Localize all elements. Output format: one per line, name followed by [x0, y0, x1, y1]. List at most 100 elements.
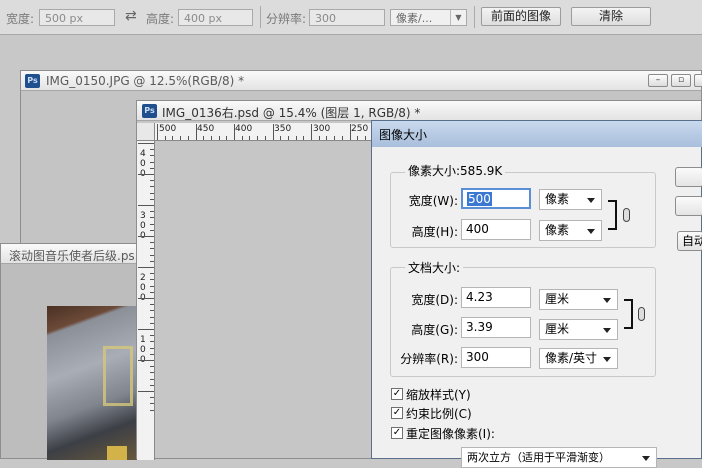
ruler-tick	[138, 391, 154, 392]
ruler-tick	[150, 186, 154, 188]
ruler-tick	[138, 329, 154, 330]
ok-button[interactable]	[675, 167, 702, 187]
ruler-tick	[226, 136, 228, 140]
ruler-tick	[150, 378, 154, 380]
window-titlebar[interactable]: Ps IMG_0136右.psd @ 15.4% (图层 1, RGB/8) *	[137, 101, 701, 121]
pixel-height-label: 高度(H):	[411, 225, 458, 239]
resolution-unit-value: 像素/...	[396, 12, 433, 25]
ruler-tick	[150, 322, 154, 324]
chevron-down-icon	[587, 198, 595, 203]
resolution-input[interactable]: 300	[309, 9, 385, 26]
resolution-unit-select[interactable]: 像素/... ▼	[390, 9, 467, 26]
pixel-dimensions-label: 像素大小:585.9K	[405, 162, 506, 179]
doc-width-label: 宽度(D):	[411, 293, 458, 307]
ruler-origin[interactable]	[137, 123, 155, 141]
pixel-height-unit-select[interactable]: 像素	[539, 220, 602, 241]
pixel-width-input[interactable]: 500	[461, 188, 531, 209]
ruler-tick	[150, 335, 154, 337]
ruler-tick	[295, 136, 297, 140]
ruler-tick	[138, 298, 154, 299]
close-icon[interactable]	[694, 74, 702, 87]
ruler-tick	[150, 273, 154, 275]
resample-method-select[interactable]: 两次立方（适用于平滑渐变）	[461, 447, 657, 468]
resolution-unit: 像素/英寸	[545, 351, 598, 365]
chevron-down-icon	[587, 229, 595, 234]
document-size-label: 文档大小:	[405, 259, 464, 276]
constrain-bracket	[608, 200, 617, 230]
ruler-tick	[150, 347, 154, 349]
divider	[474, 6, 475, 28]
pixel-width-unit-select[interactable]: 像素	[539, 189, 602, 210]
window-titlebar[interactable]: 滚动图音乐使者后级.ps	[1, 244, 141, 264]
ruler-tick	[150, 366, 154, 368]
ruler-tick	[218, 136, 220, 140]
doc-width-unit: 厘米	[545, 292, 570, 306]
ruler-tick	[150, 285, 154, 287]
ruler-tick	[257, 136, 259, 140]
ruler-tick	[349, 124, 351, 140]
ruler-tick	[150, 155, 154, 157]
front-image-button[interactable]: 前面的图像	[481, 7, 561, 26]
ruler-tick	[180, 136, 182, 140]
constrain-checkbox[interactable]: ✓	[391, 407, 403, 419]
ruler-tick	[138, 205, 154, 206]
doc-width-input[interactable]: 4.23	[461, 287, 531, 308]
resample-checkbox[interactable]: ✓	[391, 427, 403, 439]
document-window-left[interactable]: 滚动图音乐使者后级.ps	[0, 243, 141, 460]
ruler-tick	[138, 360, 154, 361]
ruler-tick	[150, 198, 154, 200]
height-label: 高度:	[146, 12, 175, 26]
pixel-width-value: 500	[467, 192, 492, 206]
ruler-tick	[150, 254, 154, 256]
cancel-button[interactable]	[675, 196, 702, 216]
scale-styles-checkbox[interactable]: ✓	[391, 388, 403, 400]
doc-height-input[interactable]: 3.39	[461, 317, 531, 338]
ruler-tick	[287, 136, 289, 140]
ruler-tick	[364, 136, 366, 140]
minimize-icon[interactable]: –	[648, 74, 668, 87]
ruler-tick	[150, 192, 154, 194]
ruler-tick	[150, 223, 154, 225]
pixel-height-unit: 像素	[545, 223, 570, 237]
ruler-tick	[150, 341, 154, 343]
ruler-label: 350	[274, 124, 292, 134]
ruler-tick	[249, 136, 251, 140]
resolution-unit-select[interactable]: 像素/英寸	[539, 348, 618, 369]
ruler-label: 450	[197, 124, 215, 134]
ruler-tick	[150, 353, 154, 355]
doc-height-unit-select[interactable]: 厘米	[539, 319, 618, 340]
height-input[interactable]: 400 px	[178, 9, 253, 26]
resolution-input[interactable]: 300	[461, 347, 531, 368]
ruler-label: 400	[235, 124, 253, 134]
ruler-tick	[138, 143, 154, 144]
ruler-tick	[150, 161, 154, 163]
image-glow-shape	[103, 346, 133, 406]
ruler-tick	[150, 248, 154, 250]
ruler-tick	[150, 242, 154, 244]
ruler-tick	[280, 136, 282, 140]
doc-width-unit-select[interactable]: 厘米	[539, 289, 618, 310]
window-title: IMG_0136右.psd @ 15.4% (图层 1, RGB/8) *	[162, 106, 421, 120]
pixel-width-unit: 像素	[545, 192, 570, 206]
dialog-titlebar[interactable]: 图像大小	[372, 121, 702, 147]
ruler-label: 250	[351, 124, 369, 134]
window-titlebar[interactable]: Ps IMG_0150.JPG @ 12.5%(RGB/8) * – ▫	[21, 71, 702, 91]
ruler-tick	[172, 136, 174, 140]
window-title: 滚动图音乐使者后级.ps	[9, 249, 135, 263]
width-label: 宽度:	[6, 12, 35, 26]
swap-icon[interactable]: ⇄	[125, 8, 137, 24]
auto-button[interactable]: 自动	[677, 231, 702, 251]
maximize-icon[interactable]: ▫	[671, 74, 691, 87]
ruler-tick	[341, 136, 343, 140]
pixel-height-input[interactable]: 400	[461, 219, 531, 240]
width-input[interactable]: 500 px	[39, 9, 115, 26]
scale-styles-label: 缩放样式(Y)	[406, 388, 471, 402]
ruler-tick	[150, 180, 154, 182]
ruler-tick	[334, 136, 336, 140]
ruler-label: 500	[159, 124, 177, 134]
ruler-tick	[150, 291, 154, 293]
chevron-down-icon	[603, 298, 611, 303]
clear-button[interactable]: 清除	[571, 7, 651, 26]
ruler-tick	[318, 136, 320, 140]
ruler-tick	[150, 304, 154, 306]
